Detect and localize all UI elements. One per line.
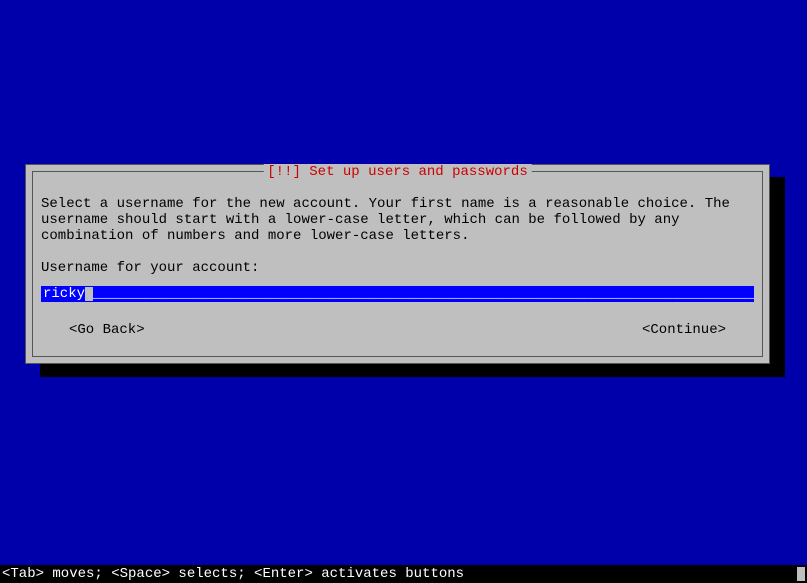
- continue-button[interactable]: <Continue>: [642, 322, 726, 338]
- statusbar-cursor: [797, 567, 805, 581]
- dialog-content: Select a username for the new account. Y…: [33, 172, 762, 346]
- dialog-description: Select a username for the new account. Y…: [41, 196, 754, 244]
- dialog-box: [!!] Set up users and passwords Select a…: [25, 164, 770, 364]
- username-input[interactable]: ricky ___________________________________…: [41, 286, 754, 302]
- username-prompt: Username for your account:: [41, 260, 754, 276]
- dialog-border: [!!] Set up users and passwords Select a…: [32, 171, 763, 357]
- button-row: <Go Back> <Continue>: [41, 322, 754, 338]
- dialog-title: [!!] Set up users and passwords: [263, 164, 531, 180]
- statusbar-text: <Tab> moves; <Space> selects; <Enter> ac…: [2, 566, 464, 582]
- text-cursor: [85, 287, 93, 301]
- go-back-button[interactable]: <Go Back>: [69, 322, 145, 338]
- input-fill: ________________________________________…: [93, 286, 754, 302]
- username-value: ricky: [43, 286, 85, 302]
- statusbar: <Tab> moves; <Space> selects; <Enter> ac…: [0, 565, 807, 583]
